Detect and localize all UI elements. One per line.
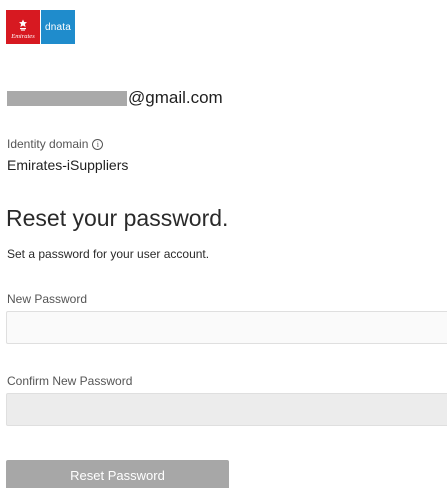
identity-domain-label-row: Identity domain i (7, 137, 104, 151)
identity-domain-label: Identity domain (7, 137, 89, 151)
reset-password-button[interactable]: Reset Password (6, 460, 229, 488)
emirates-crest-icon (19, 19, 27, 31)
page-title: Reset your password. (6, 205, 229, 231)
dnata-logo: dnata (41, 10, 75, 44)
brand-logos: Emirates dnata (6, 10, 75, 44)
info-icon[interactable]: i (92, 138, 104, 150)
reset-password-page: Emirates dnata @gmail.com Identity domai… (0, 0, 447, 488)
page-subtitle: Set a password for your user account. (7, 247, 210, 261)
email-redaction-block (7, 90, 127, 106)
email-domain-text: @gmail.com (128, 88, 223, 107)
emirates-logo-text: Emirates (11, 32, 35, 40)
new-password-input[interactable] (6, 311, 447, 344)
identity-domain-value: Emirates-iSuppliers (7, 157, 129, 173)
new-password-label: New Password (7, 292, 88, 306)
confirm-password-label: Confirm New Password (7, 374, 133, 388)
account-email: @gmail.com (7, 86, 223, 110)
dnata-logo-text: dnata (44, 21, 72, 33)
emirates-logo: Emirates (6, 10, 40, 44)
confirm-password-input[interactable] (6, 393, 447, 426)
